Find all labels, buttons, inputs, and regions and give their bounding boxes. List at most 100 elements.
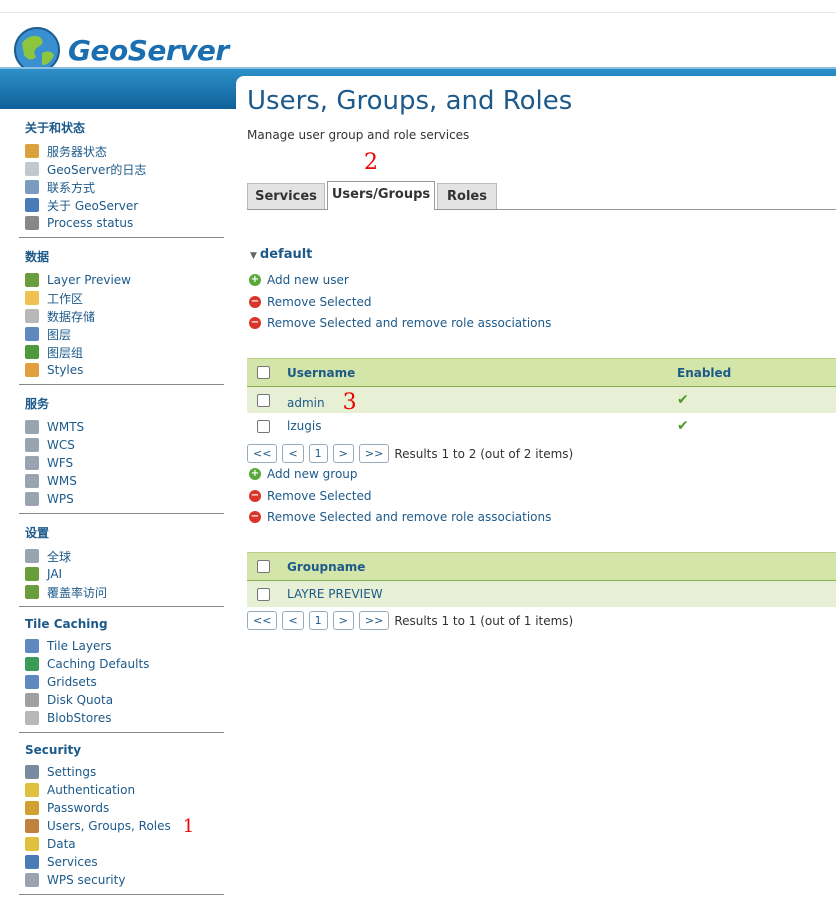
add-group-button[interactable]: + Add new group [249,467,358,481]
contact-icon [25,180,39,194]
sidebar-item[interactable]: WMTS [25,418,224,436]
sidebar-item[interactable]: 覆盖率访问 [25,583,224,601]
tab-services[interactable]: Services [247,183,325,209]
username-link[interactable]: admin 3 [287,388,677,415]
sidebar-item[interactable]: Authentication [25,781,224,799]
sidebar-item[interactable]: JAI [25,565,224,583]
database-icon [25,711,39,725]
sidebar-item[interactable]: 图层 [25,325,224,343]
sidebar-item[interactable]: 服务器状态 [25,142,224,160]
remove-selected-label: Remove Selected [267,295,372,309]
sidebar-item-label: Caching Defaults [47,657,150,671]
annotation-3: 3 [342,389,357,415]
page-number-button[interactable]: 1 [308,444,328,463]
grid-icon [25,675,39,689]
sidebar-section-title: 数据 [25,250,50,264]
sidebar-item-label: WCS [47,438,75,452]
sidebar-item[interactable]: Users, Groups, Roles 1 [25,816,224,837]
sidebar-item[interactable]: Tile Layers [25,637,224,655]
sidebar-item[interactable]: Caching Defaults [25,655,224,673]
service-icon [25,492,39,506]
sidebar-item[interactable]: WCS [25,436,224,454]
sidebar-item[interactable]: 全球 [25,547,224,565]
next-page-button[interactable]: > [332,611,354,630]
prev-page-button[interactable]: < [282,611,304,630]
next-page-button[interactable]: > [332,444,354,463]
select-all-groups-checkbox[interactable] [257,560,270,573]
database-icon [25,309,39,323]
sidebar-item[interactable]: 关于 GeoServer [25,196,224,214]
select-all-users-checkbox[interactable] [257,366,270,379]
username-column-header[interactable]: Username [287,366,677,380]
layer-preview-icon [25,273,39,287]
row-checkbox[interactable] [257,587,270,601]
groups-table-header: Groupname [247,552,836,581]
sidebar-item[interactable]: WFS [25,454,224,472]
sidebar-item-label: Styles [47,363,84,377]
sidebar-item[interactable]: WPS security [25,871,224,889]
global-settings-icon [25,549,39,563]
sidebar-item-label: Disk Quota [47,693,114,707]
row-checkbox[interactable] [257,419,270,433]
groupname-column-header[interactable]: Groupname [287,560,365,574]
sidebar-item[interactable]: WMS [25,472,224,490]
sidebar-item-label: Gridsets [47,675,97,689]
page-number-button[interactable]: 1 [308,611,328,630]
sidebar-item-label: WFS [47,456,74,470]
sidebar-item[interactable]: 数据存储 [25,307,224,325]
sidebar-item[interactable]: Gridsets [25,673,224,691]
sidebar-item[interactable]: BlobStores [25,709,224,727]
sidebar-item-label: JAI [47,567,63,581]
last-page-button[interactable]: >> [358,444,390,463]
sidebar-item-label: 图层 [47,327,72,342]
remove-users-roles-button[interactable]: − Remove Selected and remove role associa… [249,316,551,330]
sidebar-item[interactable]: Disk Quota [25,691,224,709]
sidebar-item-label: GeoServer的日志 [47,162,147,177]
sidebar-item[interactable]: 图层组 [25,343,224,361]
sidebar-section-title: Tile Caching [25,617,108,631]
palette-icon [25,363,39,377]
sidebar-item[interactable]: Settings [25,763,224,781]
remove-selected-groups-button[interactable]: − Remove Selected [249,489,372,503]
remove-icon: − [249,296,261,308]
row-checkbox[interactable] [257,393,270,407]
sidebar-item[interactable]: Layer Preview [25,271,224,289]
first-page-button[interactable]: << [247,611,278,630]
sidebar-item[interactable]: 联系方式 [25,178,224,196]
enabled-column-header[interactable]: Enabled [677,366,731,380]
services-security-icon [25,855,39,869]
groupname-link[interactable]: LAYRE PREVIEW [287,587,383,601]
sidebar-item-label: Settings [47,765,97,779]
prev-page-button[interactable]: < [282,444,304,463]
wrench-icon [25,765,39,779]
layer-group-icon [25,345,39,359]
sidebar-item[interactable]: 工作区 [25,289,224,307]
tab-users-groups[interactable]: Users/Groups [327,181,435,210]
sidebar-section: Tile Caching Tile Layers Caching Defaults G… [19,607,224,733]
sidebar-item[interactable]: Passwords [25,799,224,817]
sidebar-section-title: Security [25,743,82,757]
tab-roles[interactable]: Roles [437,183,497,209]
service-header[interactable]: ▼ default [250,247,312,262]
first-page-button[interactable]: << [247,444,278,463]
sidebar-item[interactable]: Styles [25,361,224,379]
sidebar-item-label: 服务器状态 [47,144,108,159]
gear-icon [25,216,39,230]
add-user-button[interactable]: + Add new user [249,273,349,287]
add-icon: + [249,274,261,286]
sidebar-item[interactable]: Process status [25,214,224,232]
sidebar-item[interactable]: WPS [25,490,224,508]
remove-groups-roles-button[interactable]: − Remove Selected and remove role associa… [249,510,551,524]
grid-icon [25,639,39,653]
sidebar-section: 数据 Layer Preview 工作区 数据存储图层 图层组 Styles [19,238,224,385]
sidebar-item[interactable]: Data [25,835,224,853]
last-page-button[interactable]: >> [358,611,390,630]
sidebar-item-label: Tile Layers [47,639,112,653]
remove-icon: − [249,511,261,523]
sidebar-item[interactable]: GeoServer的日志 [25,160,224,178]
sidebar-item-label: BlobStores [47,711,112,725]
remove-selected-users-button[interactable]: − Remove Selected [249,295,372,309]
disk-icon [25,693,39,707]
sidebar-item[interactable]: Services [25,853,224,871]
username-link[interactable]: lzugis [287,419,677,433]
